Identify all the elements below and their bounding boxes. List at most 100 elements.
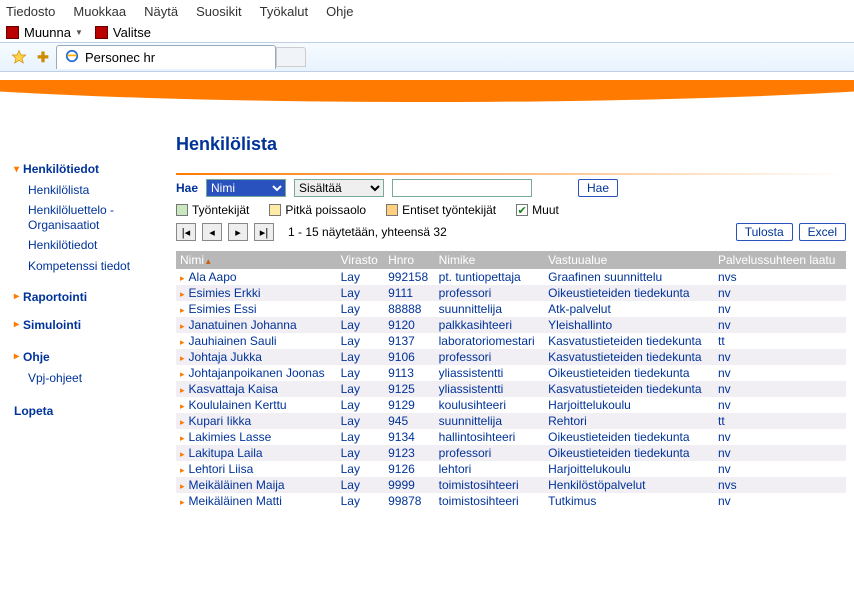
table-row[interactable]: ▸Meikäläinen MattiLay99878toimistosihtee… [176, 493, 846, 509]
menu-help[interactable]: Ohje [326, 4, 353, 19]
pager-last[interactable]: ▸| [254, 223, 274, 241]
col-hnro[interactable]: Hnro [384, 251, 435, 269]
cell-virasto: Lay [337, 269, 384, 285]
checkbox-icon [176, 204, 188, 216]
cell-name: Lakimies Lasse [189, 430, 272, 444]
sidebar-section-lopeta[interactable]: Lopeta [14, 400, 160, 422]
excel-button[interactable]: Excel [799, 223, 846, 241]
cell-vastuualue: Harjoittelukoulu [544, 397, 714, 413]
cell-virasto: Lay [337, 429, 384, 445]
toolbar-select[interactable]: Valitse [95, 25, 151, 40]
ie-icon [65, 49, 79, 66]
cell-virasto: Lay [337, 413, 384, 429]
cell-vastuualue: Harjoittelukoulu [544, 461, 714, 477]
cell-vastuualue: Oikeustieteiden tiedekunta [544, 445, 714, 461]
menu-edit[interactable]: Muokkaa [73, 4, 126, 19]
sidebar-item-henkilotiedot[interactable]: Henkilötiedot [14, 235, 160, 255]
table-row[interactable]: ▸Lehtori LiisaLay9126lehtoriHarjoitteluk… [176, 461, 846, 477]
page-title: Henkilölista [176, 134, 846, 155]
row-arrow-icon: ▸ [180, 273, 185, 283]
sidebar-item-henkiloluettelo[interactable]: Henkilöluettelo - Organisaatiot [14, 200, 160, 235]
search-input[interactable] [392, 179, 532, 197]
cell-vastuualue: Atk-palvelut [544, 301, 714, 317]
pager-prev[interactable]: ◂ [202, 223, 222, 241]
col-virasto[interactable]: Virasto [337, 251, 384, 269]
table-row[interactable]: ▸Esimies EssiLay88888suunnittelijaAtk-pa… [176, 301, 846, 317]
cell-nimike: professori [435, 445, 544, 461]
cell-hnro: 9125 [384, 381, 435, 397]
table-row[interactable]: ▸Koululainen KerttuLay9129koulusihteeriH… [176, 397, 846, 413]
sidebar-item-henkilolista[interactable]: Henkilölista [14, 180, 160, 200]
sidebar-item-kompetenssi[interactable]: Kompetenssi tiedot [14, 256, 160, 276]
cell-virasto: Lay [337, 445, 384, 461]
new-tab-button[interactable] [276, 47, 306, 67]
table-row[interactable]: ▸Esimies ErkkiLay9111professoriOikeustie… [176, 285, 846, 301]
tab-personec-hr[interactable]: Personec hr [56, 45, 276, 69]
filter-check-2[interactable]: Entiset työntekijät [386, 203, 496, 217]
tab-strip: ✚ Personec hr [0, 42, 854, 72]
filter-check-0[interactable]: Työntekijät [176, 203, 249, 217]
sidebar-section-person[interactable]: ▾Henkilötiedot [14, 158, 160, 180]
row-arrow-icon: ▸ [180, 433, 185, 443]
sidebar-section-simulointi[interactable]: ▸Simulointi [14, 314, 160, 336]
cell-laatu: nv [714, 461, 846, 477]
pdf-icon [6, 26, 19, 39]
search-field-select[interactable]: Nimi [206, 179, 286, 197]
check-label: Entiset työntekijät [402, 203, 496, 217]
cell-hnro: 99878 [384, 493, 435, 509]
filter-checks: Työntekijät Pitkä poissaolo Entiset työnte… [176, 203, 846, 217]
cell-name: Lehtori Liisa [189, 462, 254, 476]
search-button[interactable]: Hae [578, 179, 618, 197]
cell-virasto: Lay [337, 317, 384, 333]
cell-virasto: Lay [337, 461, 384, 477]
sort-asc-icon: ▴ [206, 256, 211, 266]
table-row[interactable]: ▸Jauhiainen SauliLay9137laboratoriomesta… [176, 333, 846, 349]
cell-vastuualue: Oikeustieteiden tiedekunta [544, 365, 714, 381]
cell-virasto: Lay [337, 381, 384, 397]
col-vastuualue[interactable]: Vastuualue [544, 251, 714, 269]
filter-check-1[interactable]: Pitkä poissaolo [269, 203, 366, 217]
table-row[interactable]: ▸Lakimies LasseLay9134hallintosihteeriOi… [176, 429, 846, 445]
col-laatu[interactable]: Palvelussuhteen laatu [714, 251, 846, 269]
cell-virasto: Lay [337, 285, 384, 301]
favorite-star-icon[interactable] [10, 48, 28, 66]
table-row[interactable]: ▸Ala AapoLay992158pt. tuntiopettajaGraaf… [176, 269, 846, 285]
table-row[interactable]: ▸Kupari IikkaLay945suunnittelijaRehtorit… [176, 413, 846, 429]
check-label: Muut [532, 203, 559, 217]
add-favorite-icon[interactable]: ✚ [34, 48, 52, 66]
row-arrow-icon: ▸ [180, 417, 185, 427]
cell-name: Esimies Essi [189, 302, 257, 316]
pager-first[interactable]: |◂ [176, 223, 196, 241]
cell-virasto: Lay [337, 301, 384, 317]
menu-favorites[interactable]: Suosikit [196, 4, 242, 19]
col-nimi[interactable]: Nimi▴ [176, 251, 337, 269]
row-arrow-icon: ▸ [180, 369, 185, 379]
search-mode-select[interactable]: Sisältää [294, 179, 384, 197]
table-row[interactable]: ▸Janatuinen JohannaLay9120palkkasihteeri… [176, 317, 846, 333]
table-row[interactable]: ▸Kasvattaja KaisaLay9125yliassistenttiKa… [176, 381, 846, 397]
sidebar-section-ohje[interactable]: ▸Ohje [14, 346, 160, 368]
cell-hnro: 9113 [384, 365, 435, 381]
sidebar-item-vpj-ohjeet[interactable]: Vpj-ohjeet [14, 368, 160, 388]
table-row[interactable]: ▸Johtajanpoikanen JoonasLay9113yliassist… [176, 365, 846, 381]
menu-view[interactable]: Näytä [144, 4, 178, 19]
cell-virasto: Lay [337, 349, 384, 365]
cell-vastuualue: Henkilöstöpalvelut [544, 477, 714, 493]
col-nimike[interactable]: Nimike [435, 251, 544, 269]
filter-check-3[interactable]: ✔Muut [516, 203, 559, 217]
cell-laatu: nv [714, 349, 846, 365]
print-button[interactable]: Tulosta [736, 223, 793, 241]
table-row[interactable]: ▸Meikäläinen MaijaLay9999toimistosihteer… [176, 477, 846, 493]
toolbar-convert[interactable]: Muunna▼ [6, 25, 83, 40]
cell-name: Koululainen Kerttu [189, 398, 287, 412]
table-row[interactable]: ▸Lakitupa LailaLay9123professoriOikeusti… [176, 445, 846, 461]
arrow-icon: ▸ [14, 319, 19, 330]
table-row[interactable]: ▸Johtaja JukkaLay9106professoriKasvatust… [176, 349, 846, 365]
cell-name: Meikäläinen Maija [189, 478, 285, 492]
menu-tools[interactable]: Työkalut [260, 4, 308, 19]
cell-hnro: 9129 [384, 397, 435, 413]
pager-next[interactable]: ▸ [228, 223, 248, 241]
menu-file[interactable]: Tiedosto [6, 4, 55, 19]
sidebar-section-raportointi[interactable]: ▸Raportointi [14, 286, 160, 308]
cell-nimike: laboratoriomestari [435, 333, 544, 349]
